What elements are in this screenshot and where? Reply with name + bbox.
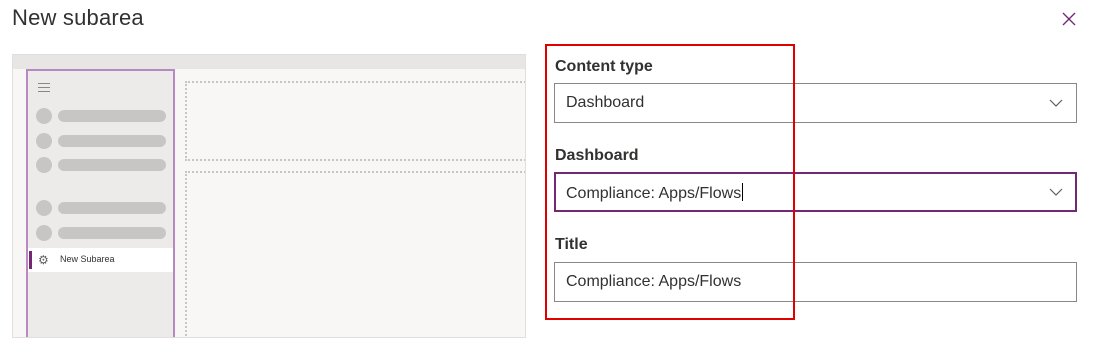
dashboard-dropdown[interactable]: Compliance: Apps/Flows <box>554 172 1077 212</box>
title-value: Compliance: Apps/Flows <box>566 273 742 290</box>
preview-nav-item-label: New Subarea <box>60 254 115 264</box>
content-type-label: Content type <box>555 58 653 75</box>
preview-nav-new-subarea: ⚙ New Subarea <box>28 248 173 272</box>
chevron-down-icon <box>1048 96 1064 110</box>
new-subarea-dialog: New subarea ⚙ New Subarea Content type D… <box>0 0 1096 338</box>
preview-sitemap-nav: ⚙ New Subarea <box>26 69 175 337</box>
title-label: Title <box>555 236 588 253</box>
content-type-value: Dashboard <box>566 94 645 111</box>
preview-nav-placeholder <box>36 133 168 149</box>
dialog-title: New subarea <box>12 5 144 30</box>
preview-header-bar <box>13 55 525 69</box>
preview-nav-placeholder <box>36 108 168 124</box>
preview-nav-placeholder <box>36 200 168 216</box>
preview-nav-placeholder <box>36 225 168 241</box>
close-icon[interactable] <box>1060 10 1078 28</box>
subarea-preview: ⚙ New Subarea <box>12 54 526 338</box>
selection-accent <box>29 251 32 269</box>
preview-content-placeholder-main <box>185 171 525 337</box>
dashboard-value-wrap: Compliance: Apps/Flows <box>566 183 744 203</box>
dashboard-label: Dashboard <box>555 147 639 164</box>
content-type-dropdown[interactable]: Dashboard <box>554 83 1077 123</box>
preview-content-placeholder-top <box>185 81 525 161</box>
title-input[interactable]: Compliance: Apps/Flows <box>554 262 1077 302</box>
dashboard-value: Compliance: Apps/Flows <box>566 185 742 202</box>
text-caret <box>742 183 744 201</box>
hamburger-icon <box>38 83 50 92</box>
preview-nav-placeholder <box>36 157 168 173</box>
gear-icon: ⚙ <box>38 253 49 267</box>
chevron-down-icon <box>1048 185 1064 199</box>
